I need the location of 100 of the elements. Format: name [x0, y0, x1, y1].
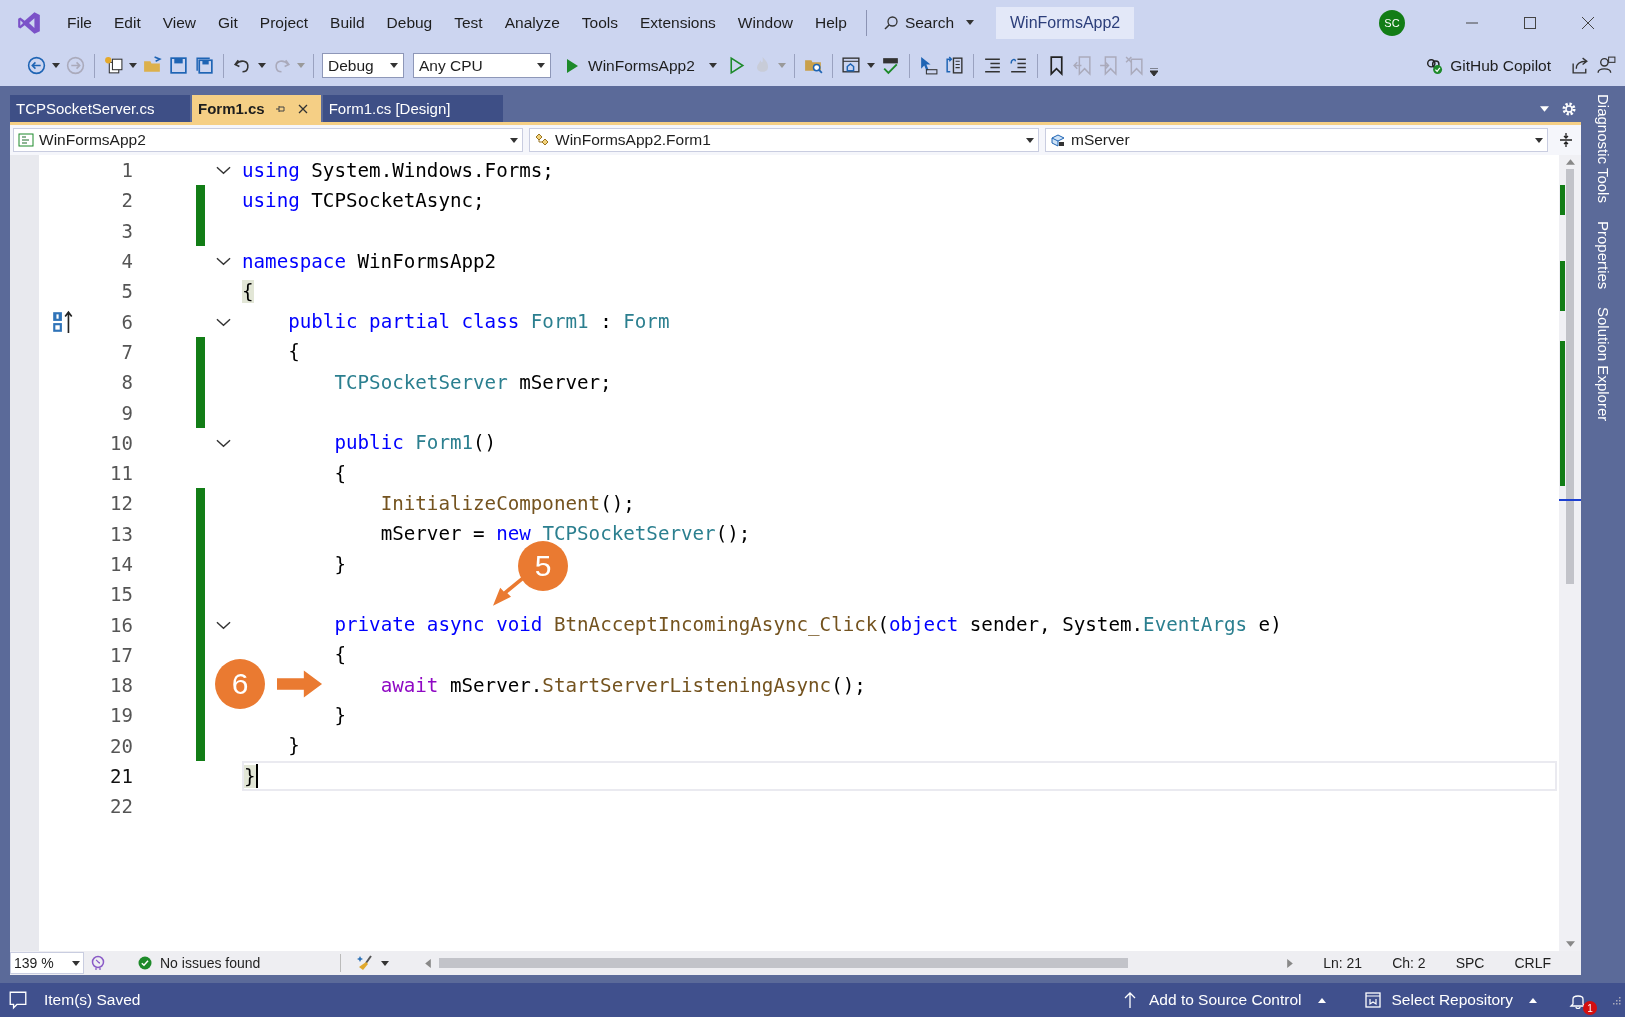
share-icon[interactable]	[1570, 55, 1591, 76]
collapse-icon[interactable]	[216, 165, 231, 176]
line-number: 1	[120, 159, 133, 182]
vertical-scrollbar[interactable]	[1559, 155, 1581, 951]
caret-icon[interactable]	[866, 63, 875, 68]
collapse-icon[interactable]	[216, 619, 231, 630]
configuration-dropdown[interactable]: Debug	[322, 53, 404, 78]
line-number: 16	[109, 613, 133, 636]
caret-icon[interactable]	[258, 63, 266, 68]
document-tab[interactable]: Form1.cs [Design]	[322, 95, 503, 122]
feedback-icon[interactable]	[1596, 55, 1617, 76]
caret-icon[interactable]	[129, 63, 137, 68]
collapse-icon[interactable]	[216, 256, 231, 267]
maximize-icon[interactable]	[1522, 14, 1538, 31]
brain-icon[interactable]	[90, 955, 106, 971]
box-arrow-icon[interactable]	[51, 309, 74, 334]
column-indicator[interactable]: Ch: 2	[1392, 955, 1426, 971]
issues-status[interactable]: No issues found	[160, 955, 340, 971]
caret-icon	[72, 960, 80, 966]
window-title: WinFormsApp2	[996, 6, 1135, 39]
close-icon[interactable]	[296, 102, 309, 115]
scroll-left-icon[interactable]	[425, 958, 431, 968]
side-panel-tab[interactable]: Solution Explorer	[1594, 307, 1612, 422]
code-line: namespace WinFormsApp2	[242, 249, 497, 273]
line-number: 5	[120, 280, 133, 303]
arrow	[277, 669, 323, 699]
repository-button[interactable]: Select Repository	[1357, 990, 1543, 1010]
menu-item[interactable]: File	[56, 13, 103, 32]
menu-item[interactable]: Window	[726, 13, 804, 32]
caret-icon	[1529, 997, 1537, 1003]
menu-item[interactable]: Extensions	[629, 13, 727, 32]
menu-item[interactable]: Debug	[375, 13, 444, 32]
line-number: 2	[120, 189, 133, 212]
chat-bubble-icon[interactable]	[8, 990, 28, 1010]
scroll-up-icon[interactable]	[1565, 159, 1575, 165]
document-arrow-icon[interactable]	[943, 55, 965, 76]
caret-icon[interactable]	[52, 63, 60, 68]
line-ending-indicator[interactable]: CRLF	[1514, 955, 1551, 971]
change-marker	[196, 336, 205, 368]
copilot-button[interactable]: GitHub Copilot	[1419, 55, 1557, 76]
zoom-dropdown[interactable]: 139 %	[10, 952, 84, 974]
close-icon[interactable]	[1580, 14, 1596, 31]
document-tab[interactable]: TCPSocketServer.cs	[10, 95, 190, 122]
save-all-icon[interactable]	[194, 55, 215, 76]
resize-grip-icon[interactable]	[1611, 995, 1621, 1005]
line-number: 19	[109, 704, 133, 727]
code-line: InitializeComponent();	[380, 491, 635, 515]
member-dropdown[interactable]: mServer	[1045, 128, 1548, 152]
collapse-icon[interactable]	[216, 437, 231, 448]
search-button[interactable]: Search	[874, 13, 982, 32]
menu-item[interactable]: Build	[319, 13, 376, 32]
menu-item[interactable]: Edit	[103, 13, 152, 32]
code-line: public partial class Form1 : Form	[288, 310, 670, 334]
back-icon[interactable]	[26, 55, 47, 76]
menu-item[interactable]: Project	[248, 13, 320, 32]
line-indicator[interactable]: Ln: 21	[1323, 955, 1363, 971]
notification-badge: 1	[1583, 1001, 1597, 1015]
new-item-icon[interactable]	[103, 55, 124, 76]
menu-item[interactable]: Analyze	[493, 13, 571, 32]
source-control-button[interactable]: Add to Source Control	[1115, 990, 1332, 1010]
side-panel-tab[interactable]: Properties	[1594, 220, 1612, 290]
brush-icon[interactable]	[357, 954, 375, 972]
run-button[interactable]: WinFormsApp2	[556, 56, 721, 75]
outdent-icon[interactable]	[1007, 55, 1029, 76]
menu-item[interactable]: Tools	[570, 13, 630, 32]
line-number: 18	[109, 674, 133, 697]
type-dropdown[interactable]: WinFormsApp2.Form1	[529, 128, 1039, 152]
side-panel-tab[interactable]: Diagnostic Tools	[1594, 94, 1612, 203]
scroll-down-icon[interactable]	[1565, 941, 1575, 947]
menu-item[interactable]: Help	[804, 13, 858, 32]
line-number: 10	[109, 431, 133, 454]
menu-item[interactable]: View	[151, 13, 208, 32]
save-icon[interactable]	[168, 55, 189, 76]
settings-icon[interactable]	[1561, 100, 1577, 117]
code-line: public Form1()	[334, 431, 497, 455]
callout-number: 5	[518, 541, 568, 591]
collapse-icon[interactable]	[216, 316, 231, 327]
scrollbar-thumb[interactable]	[1566, 169, 1574, 584]
caret-icon[interactable]	[1540, 105, 1549, 112]
menu-item[interactable]: Git	[207, 13, 249, 32]
avatar[interactable]: SC	[1379, 9, 1405, 36]
code-line: using System.Windows.Forms;	[242, 158, 554, 182]
line-number: 3	[120, 219, 133, 242]
caret-icon	[1317, 997, 1326, 1003]
platform-dropdown[interactable]: Any CPU	[413, 53, 551, 78]
line-number: 8	[120, 371, 133, 394]
document-tab[interactable]: Form1.cs	[192, 95, 321, 122]
caret-icon[interactable]	[381, 960, 389, 966]
file-icon	[18, 132, 34, 148]
logo-icon	[16, 9, 42, 36]
project-dropdown[interactable]: WinFormsApp2	[13, 128, 523, 152]
scroll-right-icon[interactable]	[1287, 958, 1294, 968]
menu-item[interactable]: Test	[443, 13, 494, 32]
horizontal-scrollbar[interactable]	[425, 958, 1294, 968]
code-line: {	[334, 643, 346, 667]
caret-icon	[708, 63, 717, 68]
overflow-icon[interactable]	[1149, 67, 1158, 76]
whitespace-indicator[interactable]: SPC	[1455, 955, 1485, 971]
split-icon[interactable]	[1558, 132, 1574, 148]
line-number: 12	[109, 492, 133, 515]
